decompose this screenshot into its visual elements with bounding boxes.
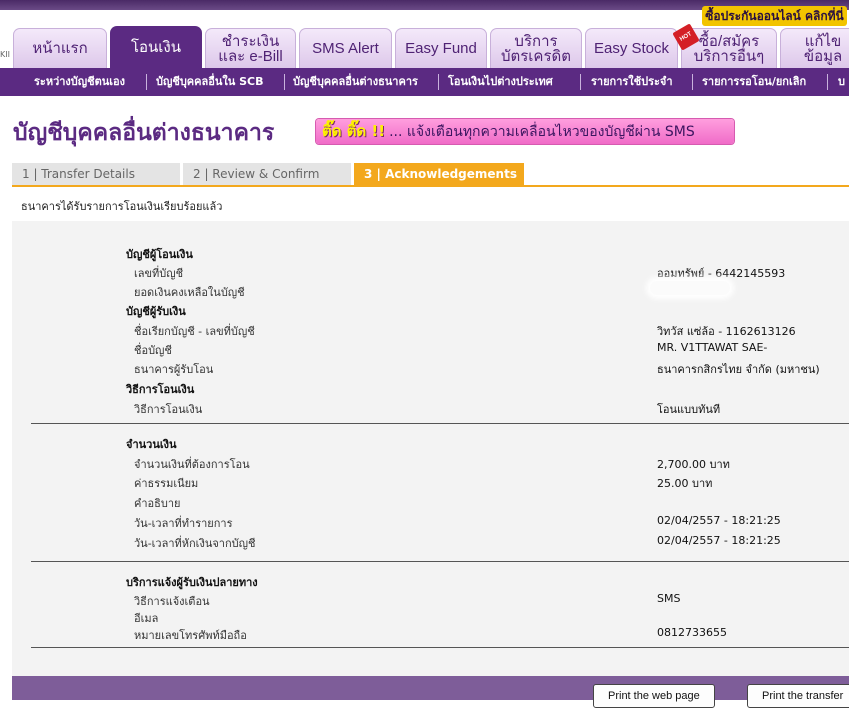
label-balance: ยอดเงินคงเหลือในบัญชี — [134, 286, 245, 299]
print-transfer-button[interactable]: Print the transfer — [747, 684, 849, 708]
value-debit-time: 02/04/2557 - 18:21:25 — [657, 534, 781, 547]
section-from-account: บัญชีผู้โอนเงิน — [126, 248, 193, 261]
step-acknowledgements: 3 | Acknowledgements — [354, 163, 524, 185]
value-notify-method: SMS — [657, 592, 681, 605]
tab-transfer[interactable]: โอนเงิน — [110, 26, 202, 68]
main-nav: KII หน้าแรก โอนเงิน ชำระเงิน และ e-Bill … — [0, 23, 849, 68]
sub-nav: ระหว่างบัญชีตนเอง บัญชีบุคคลอื่นใน SCB บ… — [0, 68, 849, 96]
section-divider — [31, 561, 849, 562]
label-recipient-bank: ธนาคารผู้รับโอน — [134, 363, 214, 376]
tab-label: ชำระเงิน และ e-Bill — [218, 32, 283, 65]
tab-edit-profile[interactable]: แก้ไขข้อมูล — [780, 28, 849, 68]
tab-label: แก้ไขข้อมูล — [803, 32, 843, 65]
tab-easy-stock[interactable]: Easy Stock — [585, 28, 678, 68]
step-transfer-details: 1 | Transfer Details — [12, 163, 180, 185]
label-fee: ค่าธรรมเนียม — [134, 477, 199, 490]
subnav-divider — [692, 74, 693, 90]
page-title: บัญชีบุคคลอื่นต่างธนาคาร — [13, 119, 275, 145]
value-account-number: ออมทรัพย์ - 6442145593 — [657, 267, 786, 280]
tab-bill-payment[interactable]: ชำระเงิน และ e-Bill — [205, 28, 296, 68]
section-divider — [31, 423, 849, 424]
label-account-number: เลขที่บัญชี — [134, 267, 184, 280]
subnav-pending[interactable]: รายการรอโอน/ยกเลิก — [702, 68, 806, 96]
tab-sms-alert[interactable]: SMS Alert — [299, 28, 392, 68]
print-page-button[interactable]: Print the web page — [593, 684, 715, 708]
value-fee: 25.00 บาท — [657, 477, 713, 490]
tab-label: โอนเงิน — [130, 39, 182, 56]
progress-steps: 1 | Transfer Details 2 | Review & Confir… — [12, 163, 849, 187]
subnav-overseas-transfer[interactable]: โอนเงินไปต่างประเทศ — [448, 68, 553, 96]
label-recipient-nickname: ชื่อเรียกบัญชี - เลขที่บัญชี — [134, 325, 255, 338]
balance-redacted — [650, 281, 730, 295]
label-account-name: ชื่อบัญชี — [134, 344, 172, 357]
value-recipient-nickname: วิทวัส แซ่ล้อ - 1162613126 — [657, 325, 796, 338]
label-email: อีเมล — [134, 612, 159, 625]
label-transfer-method: วิธีการโอนเงิน — [134, 403, 203, 416]
tab-label: หน้าแรก — [32, 40, 88, 57]
banner-message: ... แจ้งเตือนทุกความเคลื่อนไหวของบัญชีผ่… — [389, 124, 695, 140]
value-transfer-amount: 2,700.00 บาท — [657, 458, 730, 471]
action-bar — [12, 676, 849, 700]
tab-other-services[interactable]: HOT ซื้อ/สมัคร บริการอื่นๆ — [672, 23, 777, 68]
label-description: คำอธิบาย — [134, 497, 181, 510]
label-transfer-amount: จำนวนเงินที่ต้องการโอน — [134, 458, 250, 471]
tab-credit-card[interactable]: บริการ บัตรเครดิต — [490, 28, 582, 68]
label-mobile-number: หมายเลขโทรศัพท์มือถือ — [134, 629, 247, 642]
tab-easy-fund[interactable]: Easy Fund — [395, 28, 487, 68]
banner-tick-text: ติ๊ด ติ๊ด !! — [322, 122, 386, 140]
tab-label: Easy Stock — [593, 40, 670, 57]
value-transaction-time: 02/04/2557 - 18:21:25 — [657, 514, 781, 527]
label-notify-method: วิธีการแจ้งเตือน — [134, 595, 210, 608]
section-amount: จำนวนเงิน — [126, 438, 177, 451]
subnav-other-bank-accounts[interactable]: บัญชีบุคคลอื่นต่างธนาคาร — [293, 68, 418, 96]
tab-label: Easy Fund — [405, 40, 477, 57]
subnav-own-accounts[interactable]: ระหว่างบัญชีตนเอง — [34, 68, 125, 96]
tab-label: ซื้อ/สมัคร บริการอื่นๆ — [693, 32, 765, 65]
confirmation-message: ธนาคารได้รับรายการโอนเงินเรียบร้อยแล้ว — [21, 200, 223, 213]
tab-label: SMS Alert — [312, 40, 379, 57]
subnav-divider — [580, 74, 581, 90]
section-transfer-method: วิธีการโอนเงิน — [126, 383, 195, 396]
sms-alert-banner[interactable]: ติ๊ด ติ๊ด !!... แจ้งเตือนทุกความเคลื่อนไ… — [316, 119, 734, 144]
value-transfer-method: โอนแบบทันที — [657, 403, 721, 416]
tab-home[interactable]: หน้าแรก — [13, 28, 107, 68]
value-account-name: MR. V1TTAWAT SAE- — [657, 341, 768, 354]
value-mobile-number: 0812733655 — [657, 626, 727, 639]
subnav-divider — [438, 74, 439, 90]
step-review-confirm: 2 | Review & Confirm — [183, 163, 351, 185]
subnav-divider — [146, 74, 147, 90]
section-recipient-notification: บริการแจ้งผู้รับเงินปลายทาง — [126, 576, 258, 589]
subnav-favorites[interactable]: รายการใช้ประจำ — [591, 68, 673, 96]
section-divider — [31, 647, 849, 648]
subnav-divider — [827, 74, 828, 90]
insurance-promo-link[interactable]: ซื้อประกันออนไลน์ คลิกที่นี่ — [702, 6, 847, 26]
value-recipient-bank: ธนาคารกสิกรไทย จำกัด (มหาชน) — [657, 363, 820, 376]
subnav-more[interactable]: บ — [838, 68, 845, 96]
nav-prefix: KII — [0, 50, 10, 59]
tab-label: บริการ บัตรเครดิต — [500, 32, 572, 65]
label-transaction-time: วัน-เวลาที่ทำรายการ — [134, 517, 233, 530]
section-to-account: บัญชีผู้รับเงิน — [126, 305, 186, 318]
subnav-divider — [284, 74, 285, 90]
label-debit-time: วัน-เวลาที่หักเงินจากบัญชี — [134, 537, 256, 550]
subnav-scb-accounts[interactable]: บัญชีบุคคลอื่นใน SCB — [156, 68, 264, 96]
